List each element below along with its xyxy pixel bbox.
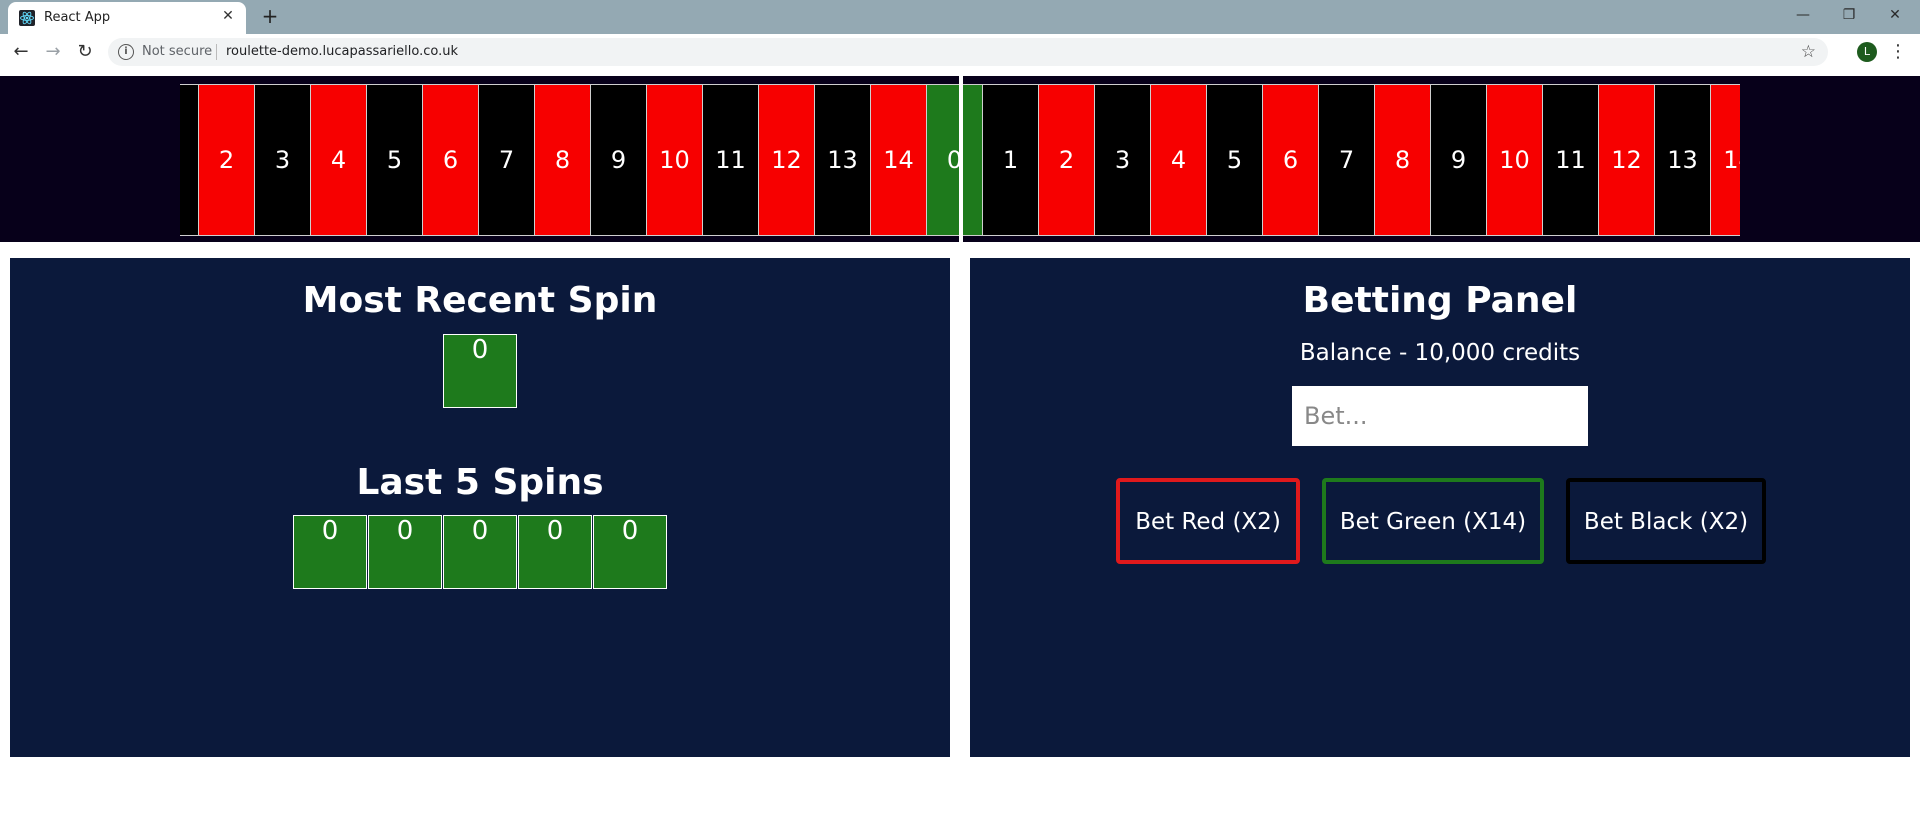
roulette-cell: 14 [1711,85,1740,235]
last-spin-box: 0 [443,515,517,589]
close-window-icon[interactable]: ✕ [1872,0,1918,30]
security-label: Not secure [142,44,213,59]
forward-arrow-icon[interactable]: → [41,40,65,64]
minimize-window-icon[interactable]: — [1780,0,1826,30]
browser-tab-bar: React App ✕ + — ❐ ✕ [0,0,1920,34]
profile-avatar[interactable]: L [1857,42,1877,62]
roulette-cell: 2 [1039,85,1095,235]
roulette-cell [180,85,199,235]
roulette-cell: 8 [1375,85,1431,235]
roulette-cell: 8 [535,85,591,235]
roulette-cell: 9 [1431,85,1487,235]
roulette-cell: 7 [1319,85,1375,235]
bet-red-button[interactable]: Bet Red (X2) [1116,478,1300,564]
react-favicon-icon [19,10,35,26]
roulette-cell: 13 [1655,85,1711,235]
roulette-cell: 10 [1487,85,1543,235]
spin-history-panel: Most Recent Spin 0 Last 5 Spins 00000 [10,258,950,757]
roulette-cell: 6 [1263,85,1319,235]
last-spin-box: 0 [293,515,367,589]
last-spin-box: 0 [518,515,592,589]
most-recent-spin-title: Most Recent Spin [302,280,658,321]
roulette-cell: 3 [255,85,311,235]
bet-amount-input[interactable] [1292,386,1588,446]
balance-text: Balance - 10,000 credits [1299,340,1581,366]
roulette-cell: 1 [983,85,1039,235]
roulette-cell: 2 [199,85,255,235]
browser-toolbar: ← → ↻ i Not secure roulette-demo.lucapas… [0,34,1920,70]
roulette-cell: 4 [1151,85,1207,235]
restore-window-icon[interactable]: ❐ [1826,0,1872,30]
roulette-cell: 10 [647,85,703,235]
roulette-cell: 4 [311,85,367,235]
bookmark-star-icon[interactable]: ☆ [1801,42,1816,62]
address-bar[interactable]: i Not secure roulette-demo.lucapassariel… [108,38,1828,66]
roulette-cell: 14 [871,85,927,235]
info-icon[interactable]: i [118,44,134,60]
last-spin-box: 0 [593,515,667,589]
roulette-cell: 12 [1599,85,1655,235]
new-tab-button[interactable]: + [258,4,282,28]
bet-green-button[interactable]: Bet Green (X14) [1322,478,1544,564]
roulette-cell: 11 [703,85,759,235]
roulette-cell: 13 [815,85,871,235]
browser-menu-icon[interactable]: ⋮ [1888,40,1908,64]
roulette-cell: 5 [1207,85,1263,235]
url-separator [216,44,217,60]
betting-panel-title: Betting Panel [1302,280,1578,321]
last-5-spins-title: Last 5 Spins [356,462,604,503]
roulette-cell: 11 [1543,85,1599,235]
tab-title: React App [44,10,111,25]
bet-black-button[interactable]: Bet Black (X2) [1566,478,1766,564]
roulette-cell: 3 [1095,85,1151,235]
back-arrow-icon[interactable]: ← [9,40,33,64]
roulette-cell: 6 [423,85,479,235]
roulette-cell: 9 [591,85,647,235]
tab-close-icon[interactable]: ✕ [220,8,236,24]
roulette-cell: 12 [759,85,815,235]
browser-tab[interactable]: React App ✕ [8,2,246,34]
roulette-cell: 5 [367,85,423,235]
betting-panel: Betting Panel Balance - 10,000 credits B… [970,258,1910,757]
reload-icon[interactable]: ↻ [73,40,97,64]
url-text[interactable]: roulette-demo.lucapassariello.co.uk [226,44,458,59]
most-recent-spin-value: 0 [443,334,517,408]
last-spin-box: 0 [368,515,442,589]
spin-marker [959,76,963,242]
roulette-cell: 7 [479,85,535,235]
roulette-cell: 0 [927,85,983,235]
